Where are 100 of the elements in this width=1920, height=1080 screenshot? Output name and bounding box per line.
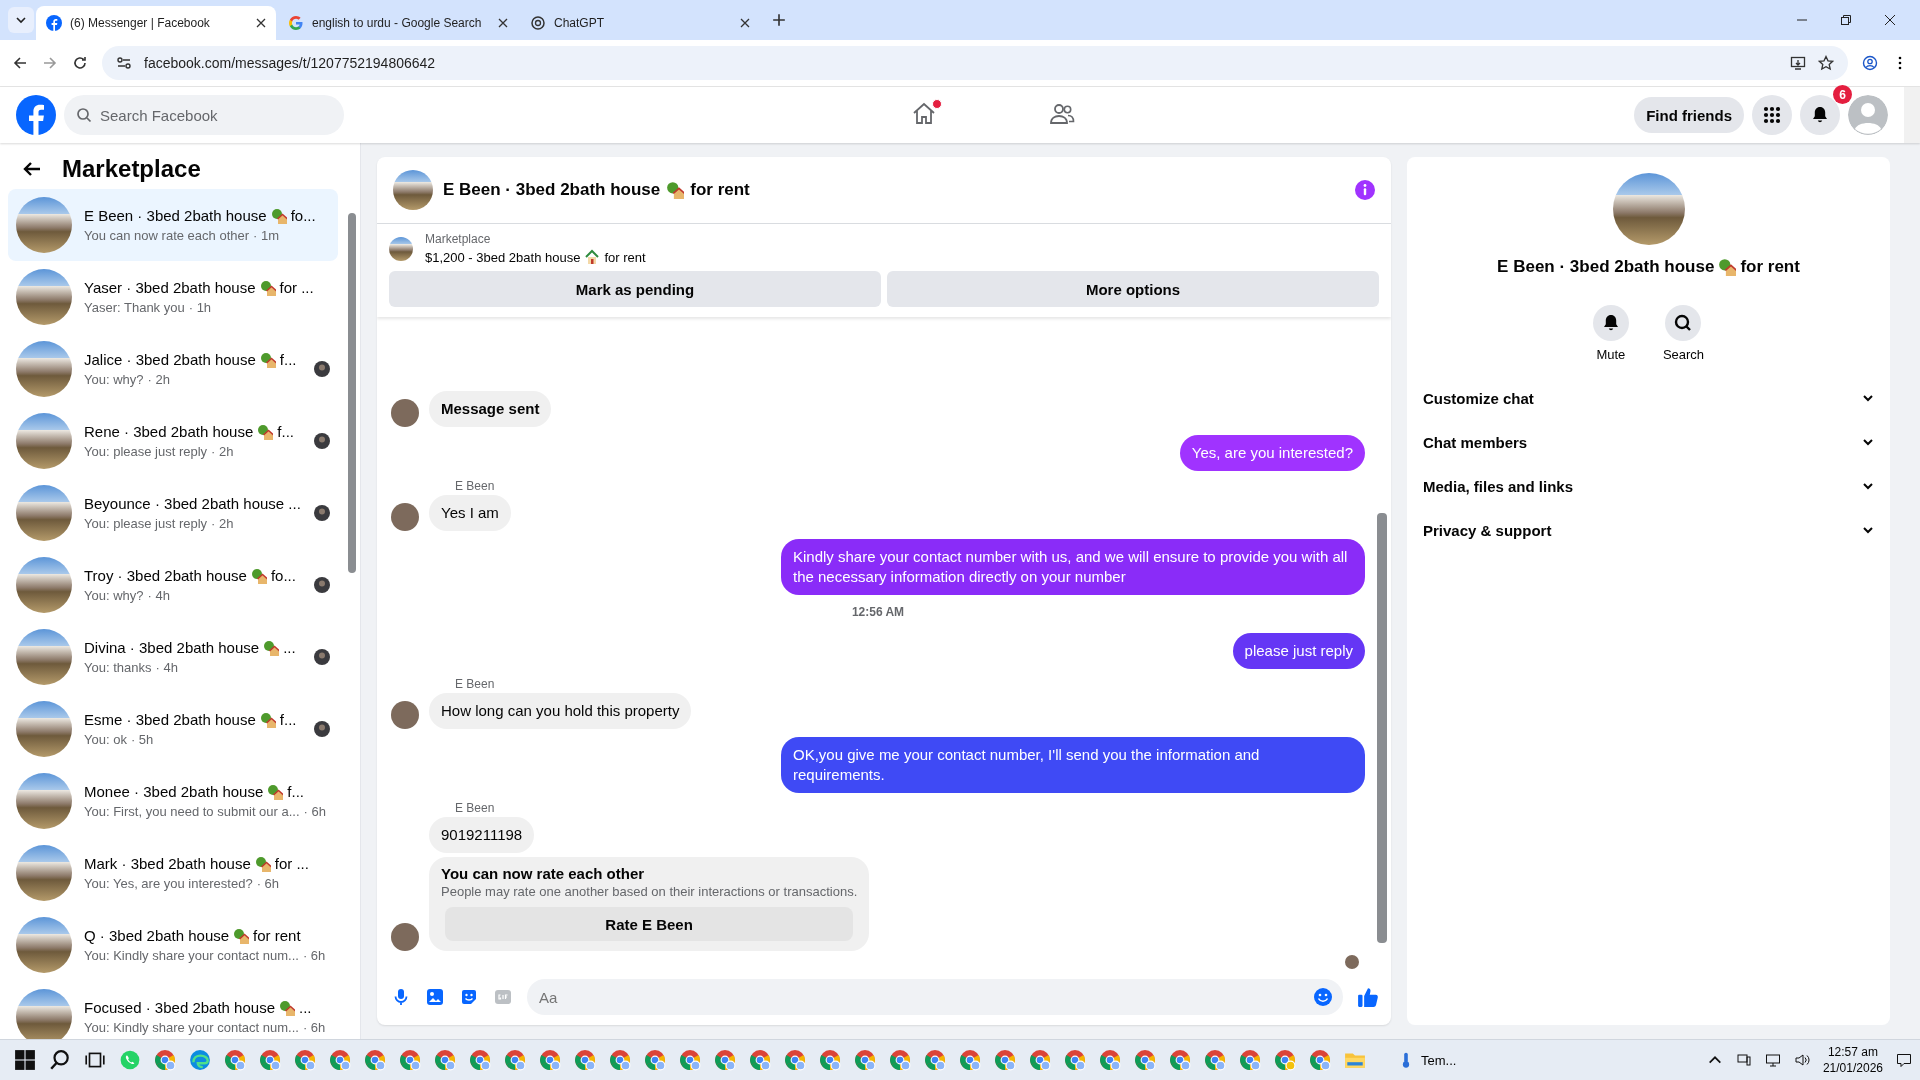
swirl-browser-icon[interactable] [189, 1049, 211, 1071]
browser-icon[interactable] [574, 1049, 596, 1071]
menu-button[interactable] [1752, 95, 1792, 135]
browser-icon[interactable] [959, 1049, 981, 1071]
conversation-item[interactable]: Beyounce · 3bed 2bath house ... You: please just reply · 2h [8, 477, 338, 549]
conversation-item[interactable]: E Been · 3bed 2bath house fo... You can now rate each other · 1m [8, 189, 338, 261]
reload-icon[interactable] [72, 55, 88, 71]
conversation-item[interactable]: Rene · 3bed 2bath house f... You: please just reply · 2h [8, 405, 338, 477]
back-arrow-icon[interactable] [12, 55, 28, 71]
sticker-icon[interactable] [459, 987, 479, 1007]
rate-button[interactable]: Rate E Been [445, 907, 854, 941]
conversation-item[interactable]: Jalice · 3bed 2bath house f... You: why? · 2h [8, 333, 338, 405]
search-icon[interactable] [49, 1049, 71, 1071]
address-bar[interactable]: facebook.com/messages/t/1207752194806642 [102, 46, 1848, 80]
browser-icon[interactable] [1204, 1049, 1226, 1071]
weather-widget[interactable]: Tem... [1397, 1051, 1457, 1069]
browser-icon[interactable] [749, 1049, 771, 1071]
browser-icon[interactable] [1274, 1049, 1296, 1071]
mute-button[interactable] [1592, 305, 1629, 341]
browser-icon[interactable] [294, 1049, 316, 1071]
browser-icon[interactable] [1239, 1049, 1261, 1071]
star-icon[interactable] [1818, 55, 1834, 71]
browser-icon[interactable] [364, 1049, 386, 1071]
house-tree-icon [259, 711, 276, 728]
notification-center-icon[interactable] [1896, 1052, 1912, 1068]
browser-tab[interactable]: ChatGPT [520, 6, 760, 40]
image-icon[interactable] [425, 987, 445, 1007]
browser-icon[interactable] [1134, 1049, 1156, 1071]
emoji-icon[interactable] [1313, 987, 1333, 1007]
browser-icon[interactable] [1064, 1049, 1086, 1071]
listing-action-button[interactable]: More options [887, 271, 1379, 307]
close-icon[interactable] [256, 18, 266, 28]
browser-icon[interactable] [469, 1049, 491, 1071]
network-icon[interactable] [1764, 1052, 1781, 1068]
facebook-logo-icon [46, 15, 62, 31]
browser-icon[interactable] [399, 1049, 421, 1071]
browser-icon[interactable] [1029, 1049, 1051, 1071]
clock[interactable]: 12:57 am 21/01/2026 [1822, 1044, 1883, 1076]
windows-start-icon[interactable] [14, 1049, 36, 1071]
browser-icon[interactable] [1099, 1049, 1121, 1071]
info-icon[interactable] [1355, 180, 1375, 200]
conversation-item[interactable]: Yaser · 3bed 2bath house for ... Yaser: Thank you · 1h [8, 261, 338, 333]
browser-icon[interactable] [539, 1049, 561, 1071]
close-icon[interactable] [740, 18, 750, 28]
browser-tab[interactable]: english to urdu - Google Search [278, 6, 518, 40]
restore-icon[interactable] [1840, 14, 1852, 26]
browser-icon[interactable] [924, 1049, 946, 1071]
scrollbar[interactable] [1904, 87, 1920, 143]
browser-icon[interactable] [644, 1049, 666, 1071]
install-app-icon[interactable] [1790, 55, 1806, 71]
browser-icon[interactable] [784, 1049, 806, 1071]
site-settings-icon[interactable] [116, 55, 132, 71]
browser-icon[interactable] [609, 1049, 631, 1071]
browser-icon[interactable] [819, 1049, 841, 1071]
section-header[interactable]: Privacy & support [1423, 508, 1874, 552]
thumbs-up-icon[interactable] [1357, 986, 1379, 1008]
browser-icon[interactable] [504, 1049, 526, 1071]
house-tree-icon [267, 783, 284, 800]
browser-icon[interactable] [259, 1049, 281, 1071]
listing-label: Marketplace [425, 232, 492, 246]
tab-search-button[interactable] [8, 7, 34, 33]
conversation-item[interactable]: Q · 3bed 2bath house for rent You: Kindly share your contact num... · 6h [8, 909, 338, 981]
browser-tab[interactable]: (6) Messenger | Facebook [36, 6, 276, 40]
search-button[interactable] [1665, 305, 1702, 341]
browser-icon[interactable] [434, 1049, 456, 1071]
browser-icon[interactable] [889, 1049, 911, 1071]
conversation-item[interactable]: Troy · 3bed 2bath house fo... You: why? · 4h [8, 549, 338, 621]
browser-icon[interactable] [854, 1049, 876, 1071]
new-tab-icon[interactable] [772, 13, 786, 27]
section-header[interactable]: Customize chat [1423, 376, 1874, 420]
close-icon[interactable] [1884, 14, 1896, 26]
conversation-item[interactable]: Esme · 3bed 2bath house f... You: ok · 5h [8, 693, 338, 765]
section-header[interactable]: Media, files and links [1423, 464, 1874, 508]
browser-icon[interactable] [714, 1049, 736, 1071]
close-icon[interactable] [498, 18, 508, 28]
facebook-logo-icon[interactable] [16, 95, 56, 135]
conversation-item[interactable]: Monee · 3bed 2bath house f... You: First, you need to submit our a... · 6h [8, 765, 338, 837]
browser-icon[interactable] [679, 1049, 701, 1071]
search-field[interactable]: Search Facebook [64, 95, 344, 135]
conversation-item[interactable]: Mark · 3bed 2bath house for ... You: Yes, are you interested? · 6h [8, 837, 338, 909]
contact-name: E Been · 3bed 2bath house [1497, 257, 1715, 277]
browser-icon[interactable] [994, 1049, 1016, 1071]
photo-placeholder [16, 917, 72, 973]
section-header[interactable]: Chat members [1423, 420, 1874, 464]
speaker-icon[interactable] [1793, 1052, 1810, 1068]
notifications-button[interactable] [1800, 95, 1840, 135]
message-input[interactable]: Aa [527, 979, 1343, 1015]
find-friends-button[interactable]: Find friends [1634, 97, 1744, 133]
conversation-item[interactable]: Divina · 3bed 2bath house ... You: thanks · 4h [8, 621, 338, 693]
browser-icon[interactable] [1169, 1049, 1191, 1071]
browser-icon[interactable] [224, 1049, 246, 1071]
browser-icon[interactable] [329, 1049, 351, 1071]
message-time: · 1m [253, 228, 280, 243]
forward-arrow-icon[interactable] [42, 55, 58, 71]
profile-icon[interactable] [1862, 55, 1878, 71]
browser-icon[interactable] [154, 1049, 176, 1071]
browser-icon[interactable] [1309, 1049, 1331, 1071]
display-icon[interactable] [1735, 1052, 1752, 1068]
sender-name: E Been [455, 677, 496, 691]
listing-action-button[interactable]: Mark as pending [389, 271, 881, 307]
